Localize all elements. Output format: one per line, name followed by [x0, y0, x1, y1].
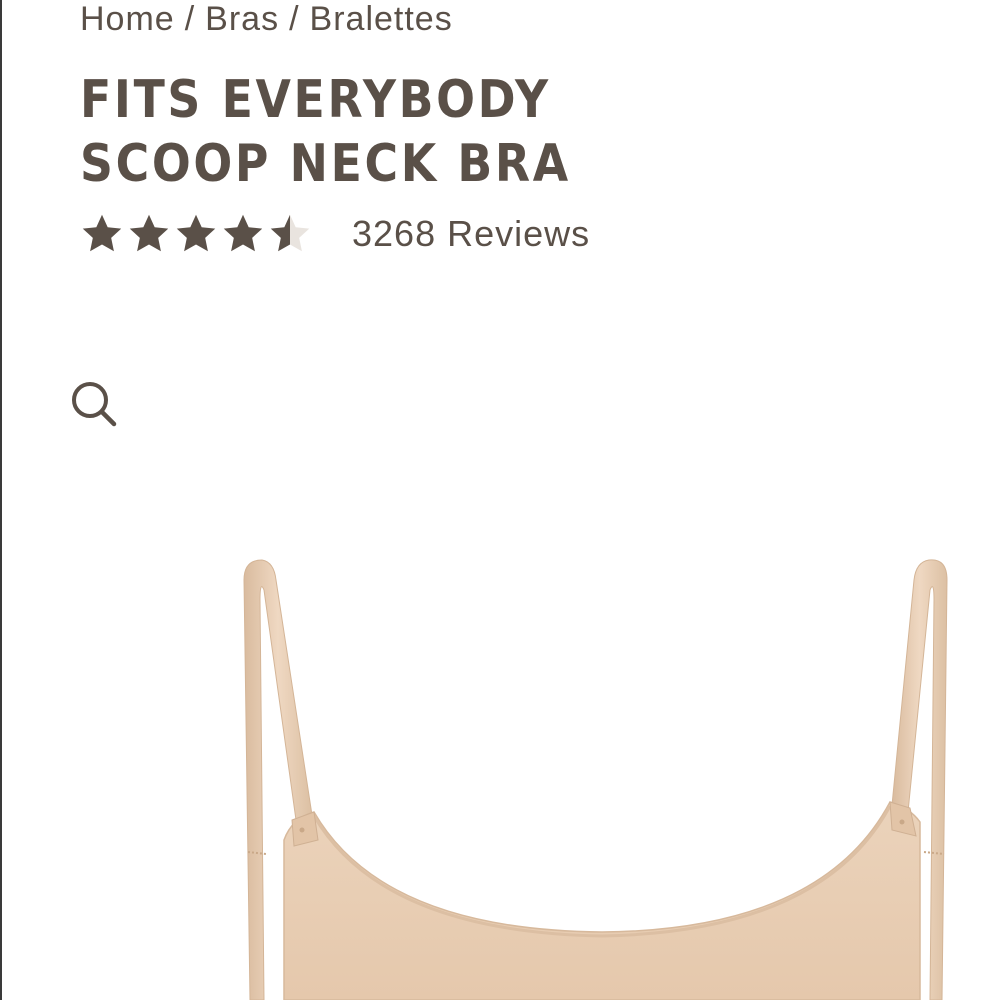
breadcrumb-separator: /: [289, 0, 300, 38]
breadcrumb-bras[interactable]: Bras: [205, 0, 279, 38]
breadcrumb-home[interactable]: Home: [80, 0, 175, 38]
star-icon: [80, 212, 124, 256]
rating-row[interactable]: 3268 Reviews: [80, 212, 590, 256]
star-rating[interactable]: [80, 212, 312, 256]
star-icon: [221, 212, 265, 256]
reviews-link[interactable]: 3268 Reviews: [352, 213, 590, 255]
bra-illustration: [243, 559, 948, 1000]
product-page: Home / Bras / Bralettes FITS EVERYBODY SCOOP…: [0, 0, 1000, 1000]
product-title: FITS EVERYBODY SCOOP NECK BRA: [80, 70, 571, 194]
star-icon: [174, 212, 218, 256]
breadcrumb: Home / Bras / Bralettes: [80, 0, 453, 39]
star-icon: [268, 212, 312, 256]
breadcrumb-separator: /: [184, 0, 196, 38]
product-image[interactable]: [202, 540, 1000, 1000]
star-icon: [127, 212, 171, 256]
breadcrumb-bralettes[interactable]: Bralettes: [310, 0, 453, 38]
search-icon[interactable]: [68, 378, 120, 430]
